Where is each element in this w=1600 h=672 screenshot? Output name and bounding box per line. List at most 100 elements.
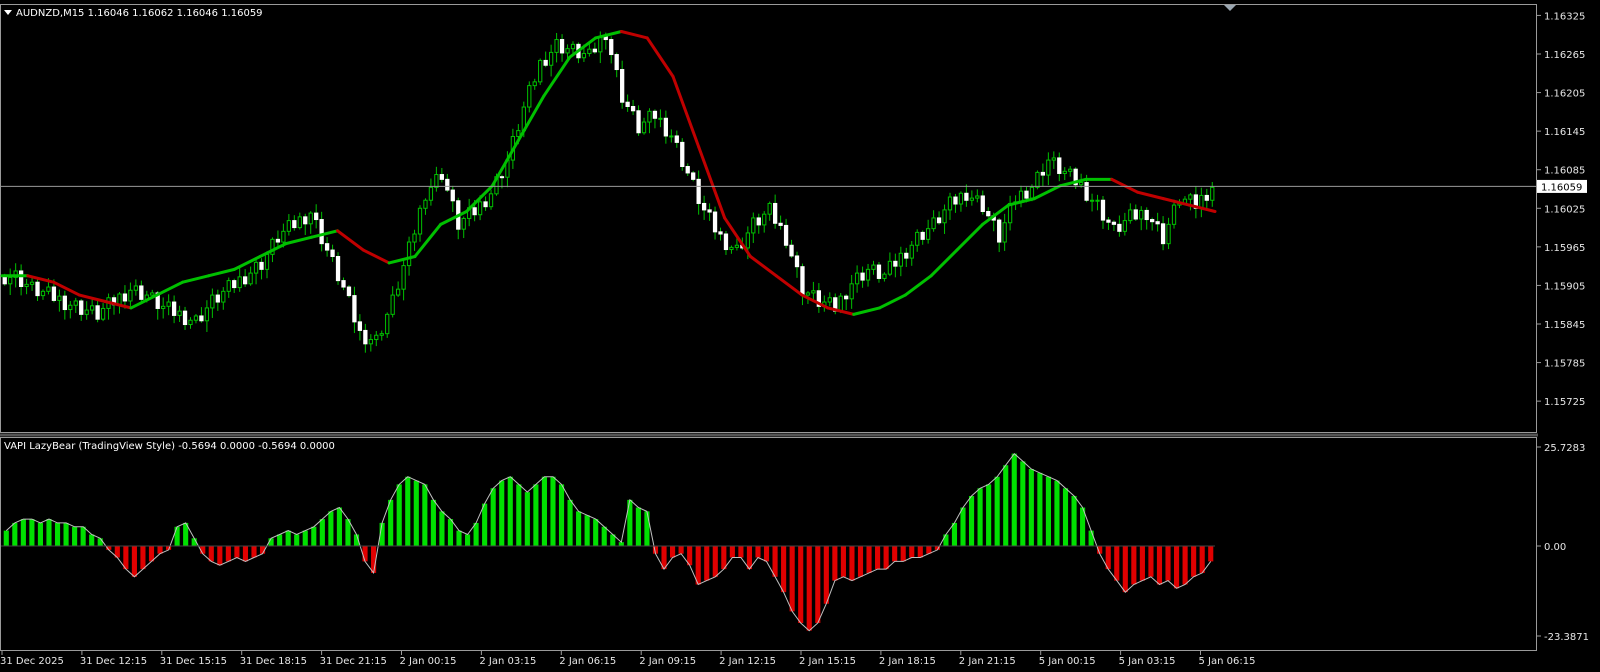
bull-candle (854, 272, 860, 285)
time-axis-label: 31 Dec 2025 (0, 656, 64, 667)
bear-candle (614, 54, 619, 71)
bear-candle (259, 261, 264, 270)
price-axis-label: 1.15725 (1544, 397, 1585, 408)
bear-candle (243, 276, 248, 285)
sub-window-frame (0, 437, 1537, 651)
time-axis-label: 2 Jan 09:15 (639, 656, 696, 667)
bear-candle (35, 281, 40, 297)
bear-candle (1144, 209, 1149, 221)
bear-candle (986, 211, 991, 217)
bear-candle (1111, 221, 1117, 225)
bull-candle (117, 293, 122, 306)
time-axis-label: 2 Jan 00:15 (400, 656, 457, 667)
bull-candle (1095, 199, 1100, 202)
bull-candle (1139, 209, 1144, 220)
bear-candle (543, 59, 548, 66)
price-axis-label: 1.16205 (1544, 89, 1585, 100)
bear-candle (1160, 223, 1166, 245)
bull-candle (811, 290, 816, 294)
bear-candle (920, 231, 925, 240)
time-axis-label: 31 Dec 15:15 (160, 656, 227, 667)
bull-candle (532, 81, 537, 87)
bull-candle (942, 209, 947, 224)
bull-candle (587, 48, 592, 54)
bull-candle (887, 260, 893, 275)
bear-candle (712, 211, 718, 233)
bear-candle (324, 243, 330, 251)
bull-candle (931, 217, 936, 230)
bull-candle (188, 319, 193, 326)
bull-candle (488, 193, 494, 208)
bull-candle (926, 228, 931, 240)
bull-candle (90, 305, 95, 311)
bear-candle (1133, 209, 1138, 220)
bear-candle (499, 176, 505, 179)
bull-candle (412, 233, 417, 243)
bear-candle (691, 172, 696, 180)
bear-candle (51, 286, 57, 301)
bear-candle (625, 101, 630, 108)
bear-candle (122, 293, 128, 302)
bull-candle (374, 334, 379, 341)
bull-candle (68, 304, 73, 311)
bull-candle (1002, 222, 1007, 243)
bull-candle (406, 241, 412, 267)
bull-candle (947, 196, 953, 211)
bull-candle (428, 186, 434, 201)
chart-canvas[interactable]: 1.16059 AUDNZD,M15 1.16046 1.16062 1.160… (0, 0, 1600, 672)
bull-candle (1171, 204, 1177, 225)
vapi-axis-label: -23.3871 (1544, 632, 1589, 643)
bull-candle (161, 305, 166, 309)
bear-candle (314, 212, 319, 221)
time-axis-label: 2 Jan 15:15 (799, 656, 856, 667)
bear-candle (1040, 171, 1046, 176)
bear-candle (95, 305, 100, 320)
bull-candle (368, 339, 373, 345)
bear-candle (1117, 223, 1122, 232)
price-axis-label: 1.16265 (1544, 50, 1585, 61)
bull-candle (8, 276, 13, 285)
bear-candle (1106, 219, 1111, 223)
bear-candle (450, 189, 455, 202)
bull-candle (286, 220, 291, 232)
bear-candle (472, 207, 477, 216)
bear-candle (1100, 199, 1106, 221)
bull-candle (865, 268, 871, 281)
bull-candle (204, 307, 210, 322)
bull-candle (57, 295, 62, 301)
bear-candle (319, 219, 324, 245)
bear-candle (62, 295, 67, 311)
bear-candle (663, 117, 669, 137)
bear-candle (674, 135, 679, 143)
price-axis-label: 1.16325 (1544, 11, 1585, 22)
bear-candle (980, 195, 985, 212)
bull-candle (1188, 194, 1193, 200)
bear-candle (1204, 194, 1209, 201)
bull-candle (193, 315, 199, 321)
bull-candle (565, 48, 570, 54)
main-window-frame (0, 4, 1537, 433)
bull-candle (1068, 168, 1073, 172)
bull-candle (248, 272, 253, 285)
bear-candle (904, 252, 909, 259)
bull-candle (849, 283, 854, 300)
vapi-axis-label: 0.00 (1544, 542, 1566, 553)
bull-candle (751, 217, 756, 234)
bear-candle (182, 310, 188, 326)
vapi-value-axis: 25.7283 0.00 -23.3871 (1536, 443, 1589, 643)
bull-candle (84, 309, 89, 315)
bear-candle (783, 224, 789, 246)
bull-candle (767, 202, 772, 215)
bear-candle (559, 39, 565, 54)
bull-candle (308, 212, 313, 225)
bear-candle (1057, 157, 1062, 174)
bear-candle (876, 264, 882, 279)
bull-candle (975, 195, 980, 199)
bull-candle (882, 273, 887, 279)
bull-candle (423, 199, 428, 209)
current-price-label: 1.16059 (1541, 182, 1582, 193)
bull-candle (581, 52, 587, 59)
time-axis-label: 5 Jan 00:15 (1039, 656, 1096, 667)
bear-candle (723, 233, 729, 251)
bull-candle (1166, 223, 1171, 245)
